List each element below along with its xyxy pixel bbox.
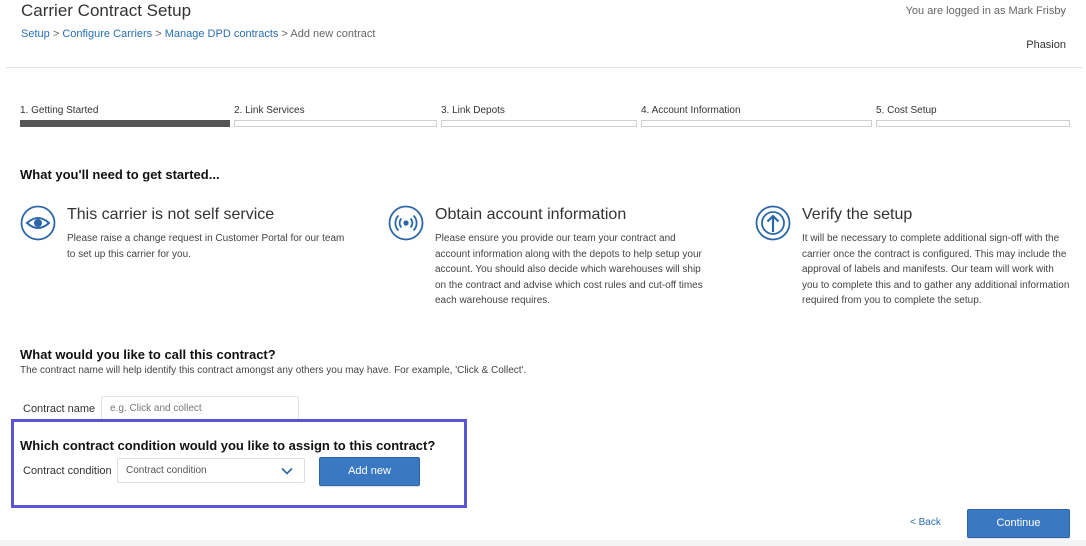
info-card-body: It will be necessary to complete additio… [802,233,1070,307]
broadcast-icon [388,205,424,241]
contract-name-input[interactable] [101,396,299,420]
breadcrumb-link-setup[interactable]: Setup [21,28,50,40]
step-label: 5. Cost Setup [876,105,937,116]
step-progress-bar [20,120,230,127]
back-link[interactable]: < Back [910,517,941,528]
contract-name-heading: What would you like to call this contrac… [20,347,276,362]
step-label: 2. Link Services [234,105,305,116]
contract-condition-heading: Which contract condition would you like … [20,438,436,453]
step-progress-bar [441,120,637,127]
breadcrumb-separator: > [155,28,162,40]
step-progress-bar [234,120,437,127]
info-card-title: Verify the setup [802,206,913,223]
breadcrumb-link-configure-carriers[interactable]: Configure Carriers [62,28,152,40]
contract-condition-label: Contract condition [23,465,112,477]
continue-button[interactable]: Continue [967,509,1070,538]
eye-icon [20,205,56,241]
logged-in-user: You are logged in as Mark Frisby [905,5,1066,17]
add-new-condition-button[interactable]: Add new [319,457,420,486]
step-link-depots[interactable]: 3. Link Depots [441,105,637,127]
company-name: Phasion [1026,39,1066,51]
getting-started-heading: What you'll need to get started... [20,167,220,182]
step-label: 4. Account Information [641,105,741,116]
info-card-title: Obtain account information [435,206,627,223]
info-card-body: Please raise a change request in Custome… [67,233,345,260]
breadcrumb: Setup > Configure Carriers > Manage DPD … [21,28,375,40]
step-progress-bar [876,120,1070,127]
step-label: 1. Getting Started [20,105,99,116]
breadcrumb-separator: > [52,28,60,40]
step-cost-setup[interactable]: 5. Cost Setup [876,105,1070,127]
contract-condition-selected-value: Contract condition [126,465,207,476]
contract-condition-select[interactable]: Contract condition [117,458,305,483]
step-label: 3. Link Depots [441,105,505,116]
page-title: Carrier Contract Setup [21,1,192,20]
step-getting-started[interactable]: 1. Getting Started [20,105,230,127]
upload-arrow-icon [755,205,791,241]
info-card-title: This carrier is not self service [67,206,275,223]
breadcrumb-separator: > [281,28,288,40]
contract-name-description: The contract name will help identify thi… [20,365,527,376]
step-progress-bar [641,120,872,127]
header-divider [6,67,1082,68]
chevron-down-icon [281,467,293,475]
footer-strip [0,540,1086,546]
contract-name-label: Contract name [23,403,96,415]
info-card-body: Please ensure you provide our team your … [435,233,703,307]
breadcrumb-link-manage-dpd-contracts[interactable]: Manage DPD contracts [165,28,279,40]
breadcrumb-current: Add new contract [290,28,376,40]
step-account-information[interactable]: 4. Account Information [641,105,872,127]
step-link-services[interactable]: 2. Link Services [234,105,437,127]
